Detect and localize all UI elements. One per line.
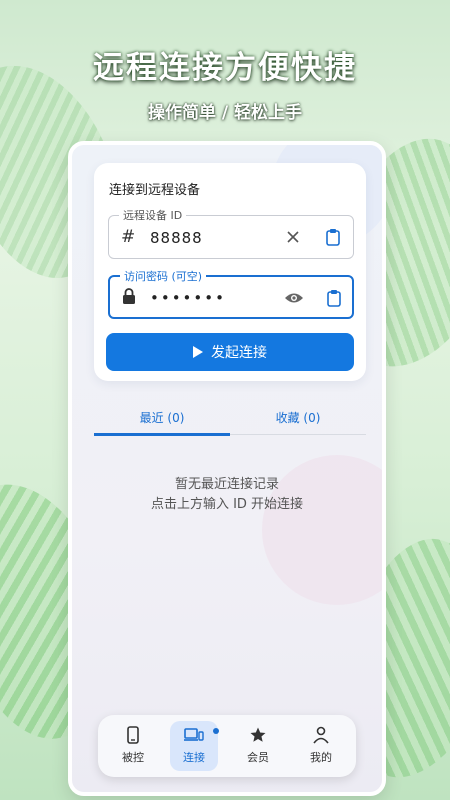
tab-favorites[interactable]: 收藏 (0): [230, 409, 366, 426]
hash-icon: #: [121, 227, 136, 247]
nav-label: 连接: [183, 751, 205, 764]
connect-button-label: 发起连接: [211, 345, 267, 361]
phone-screen: 连接到远程设备 远程设备 ID # 88888 访问密码 (可空) ••••••…: [68, 141, 386, 796]
card-title: 连接到远程设备: [109, 183, 201, 198]
device-id-input[interactable]: 88888: [150, 229, 203, 247]
bottom-nav: 被控 连接 会员 我的: [98, 715, 356, 777]
tab-indicator: [94, 433, 230, 436]
connect-button[interactable]: 发起连接: [106, 333, 354, 371]
paste-icon[interactable]: [322, 226, 344, 248]
device-id-label: 远程设备 ID: [119, 207, 187, 223]
phone-icon: [109, 724, 157, 746]
nav-label: 我的: [310, 751, 332, 764]
empty-state-line1: 暂无最近连接记录: [174, 477, 279, 492]
nav-item-profile[interactable]: 我的: [297, 721, 345, 771]
nav-item-connect[interactable]: 连接: [170, 721, 218, 771]
nav-active-dot: [213, 728, 219, 734]
eye-icon[interactable]: [283, 287, 305, 309]
password-input[interactable]: •••••••: [150, 289, 226, 307]
lock-icon: [122, 288, 136, 309]
devices-icon: [170, 724, 218, 746]
connect-card: 连接到远程设备 远程设备 ID # 88888 访问密码 (可空) ••••••…: [94, 163, 366, 381]
promo-subline: 操作简单 / 轻松上手: [147, 103, 303, 123]
play-icon: [193, 346, 203, 358]
nav-item-controlled[interactable]: 被控: [109, 721, 157, 771]
person-icon: [297, 724, 345, 746]
device-id-field[interactable]: 远程设备 ID # 88888: [108, 207, 354, 259]
paste-icon[interactable]: [323, 287, 345, 309]
clear-icon[interactable]: [282, 226, 304, 248]
empty-state-line2: 点击上方输入 ID 开始连接: [150, 497, 304, 512]
promo-headline: 远程连接方便快捷: [93, 50, 357, 86]
empty-state: 暂无最近连接记录 点击上方输入 ID 开始连接: [72, 475, 382, 515]
history-tabs: 最近 (0) 收藏 (0): [94, 403, 366, 436]
nav-label: 会员: [247, 751, 269, 764]
nav-label: 被控: [122, 751, 144, 764]
password-field[interactable]: 访问密码 (可空) •••••••: [108, 268, 354, 319]
password-label: 访问密码 (可空): [120, 268, 207, 284]
nav-item-membership[interactable]: 会员: [234, 721, 282, 771]
star-icon: [234, 724, 282, 746]
tab-recent[interactable]: 最近 (0): [94, 409, 230, 426]
